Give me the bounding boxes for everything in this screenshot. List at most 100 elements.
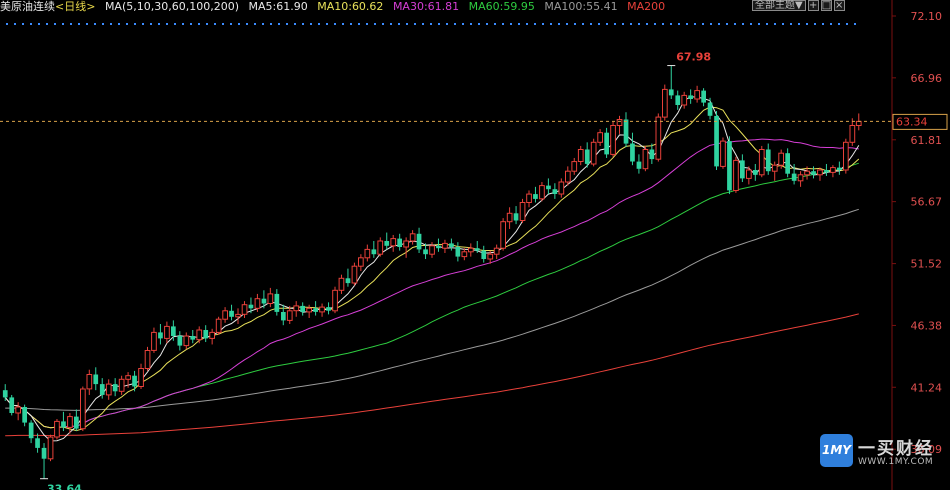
candle-body-up — [565, 170, 571, 183]
candle-body-down — [513, 213, 519, 221]
toolbar-dot — [70, 23, 72, 25]
toolbar-dot — [430, 23, 432, 25]
toolbar-dot — [438, 23, 440, 25]
candle-body-up — [319, 306, 325, 313]
low-annotation: 33.64 — [47, 483, 82, 490]
candle-body-up — [771, 164, 778, 172]
candle-body-up — [590, 141, 597, 165]
toolbar-dot — [526, 23, 528, 25]
toolbar-dot — [310, 23, 312, 25]
toolbar-dot — [78, 23, 80, 25]
candle-body-down — [630, 143, 635, 162]
candle-body-up — [409, 233, 416, 242]
candle-body-down — [753, 170, 758, 175]
toolbar-dot — [86, 23, 88, 25]
candle-body-up — [306, 307, 312, 313]
toolbar-dot — [326, 23, 328, 25]
toolbar-dot — [110, 23, 112, 25]
toolbar-dot — [670, 23, 672, 25]
toolbar-dot — [606, 23, 608, 25]
candle-body-down — [397, 238, 402, 247]
toolbar-dot — [102, 23, 104, 25]
candle-body-down — [714, 115, 719, 167]
candle-body-up — [183, 335, 190, 347]
candle-body-up — [209, 331, 216, 339]
toolbar-dot — [758, 23, 760, 25]
candle-body-down — [112, 384, 118, 392]
candle-body-up — [778, 152, 784, 166]
toolbar-dot — [126, 23, 128, 25]
toolbar-dot — [166, 23, 168, 25]
candle-body-down — [2, 390, 8, 398]
candle-body-up — [286, 310, 293, 321]
toolbar-dot — [678, 23, 680, 25]
candle-body-down — [345, 278, 351, 284]
toolbar-dot — [622, 23, 624, 25]
candle-body-down — [158, 332, 163, 339]
toolbar-dot — [502, 23, 504, 25]
candle-body-up — [610, 125, 616, 155]
toolbar-dot — [158, 23, 160, 25]
toolbar-dot — [486, 23, 488, 25]
candle-body-up — [442, 242, 448, 249]
candle-body-up — [468, 247, 474, 253]
candle-body-up — [758, 149, 765, 176]
toolbar-dot — [550, 23, 552, 25]
candle-body-up — [662, 88, 668, 118]
toolbar-dot — [270, 23, 272, 25]
toolbar-dot — [414, 23, 416, 25]
toolbar-dot — [790, 23, 792, 25]
candle-body-down — [436, 245, 441, 249]
toolbar-dot — [822, 23, 824, 25]
candle-body-down — [384, 241, 390, 246]
toolbar-dot — [38, 23, 40, 25]
toolbar-dot — [846, 23, 848, 25]
candlestick-chart[interactable]: 72.1066.9661.8156.6751.5246.3841.2436.09… — [0, 0, 950, 490]
candle-body-up — [797, 174, 804, 182]
toolbar-dot — [454, 23, 456, 25]
toolbar-dot — [358, 23, 360, 25]
toolbar-dot — [806, 23, 808, 25]
candle-body-up — [67, 416, 73, 428]
candle-body-down — [649, 149, 655, 160]
toolbar-dot — [318, 23, 320, 25]
toolbar-dot — [382, 23, 384, 25]
candle-body-down — [177, 336, 183, 346]
candle-body-down — [727, 141, 732, 191]
candle-body-up — [403, 240, 409, 248]
candle-body-down — [552, 189, 558, 194]
candle-body-down — [481, 250, 487, 259]
candle-body-down — [811, 171, 816, 175]
candle-body-up — [118, 378, 125, 392]
candle-body-up — [15, 406, 21, 414]
candle-body-down — [675, 95, 681, 105]
candle-body-down — [326, 307, 331, 311]
toolbar-dot — [686, 23, 688, 25]
candle-body-down — [416, 233, 422, 250]
candle-body-up — [164, 325, 170, 339]
candle-body-up — [358, 257, 364, 267]
candle-body-down — [99, 384, 105, 395]
toolbar-dot — [726, 23, 728, 25]
toolbar-dot — [334, 23, 336, 25]
candle-body-up — [720, 140, 726, 167]
candle-body-down — [274, 293, 280, 312]
candle-body-up — [338, 277, 345, 291]
candle-body-up — [526, 193, 532, 204]
toolbar-dot — [446, 23, 448, 25]
candle-body-down — [313, 308, 318, 312]
candle-body-down — [203, 330, 209, 339]
candle-body-down — [791, 173, 797, 181]
toolbar-dot — [262, 23, 264, 25]
toolbar-dot — [286, 23, 288, 25]
toolbar-dot — [630, 23, 632, 25]
toolbar-dot — [94, 23, 96, 25]
candle-body-up — [390, 238, 397, 247]
candle-body-up — [493, 247, 500, 255]
candle-body-down — [688, 95, 693, 99]
toolbar-dot — [182, 23, 184, 25]
candle-body-down — [371, 249, 377, 255]
candle-body-up — [655, 116, 662, 160]
candle-body-up — [293, 305, 300, 312]
toolbar-dot — [574, 23, 576, 25]
